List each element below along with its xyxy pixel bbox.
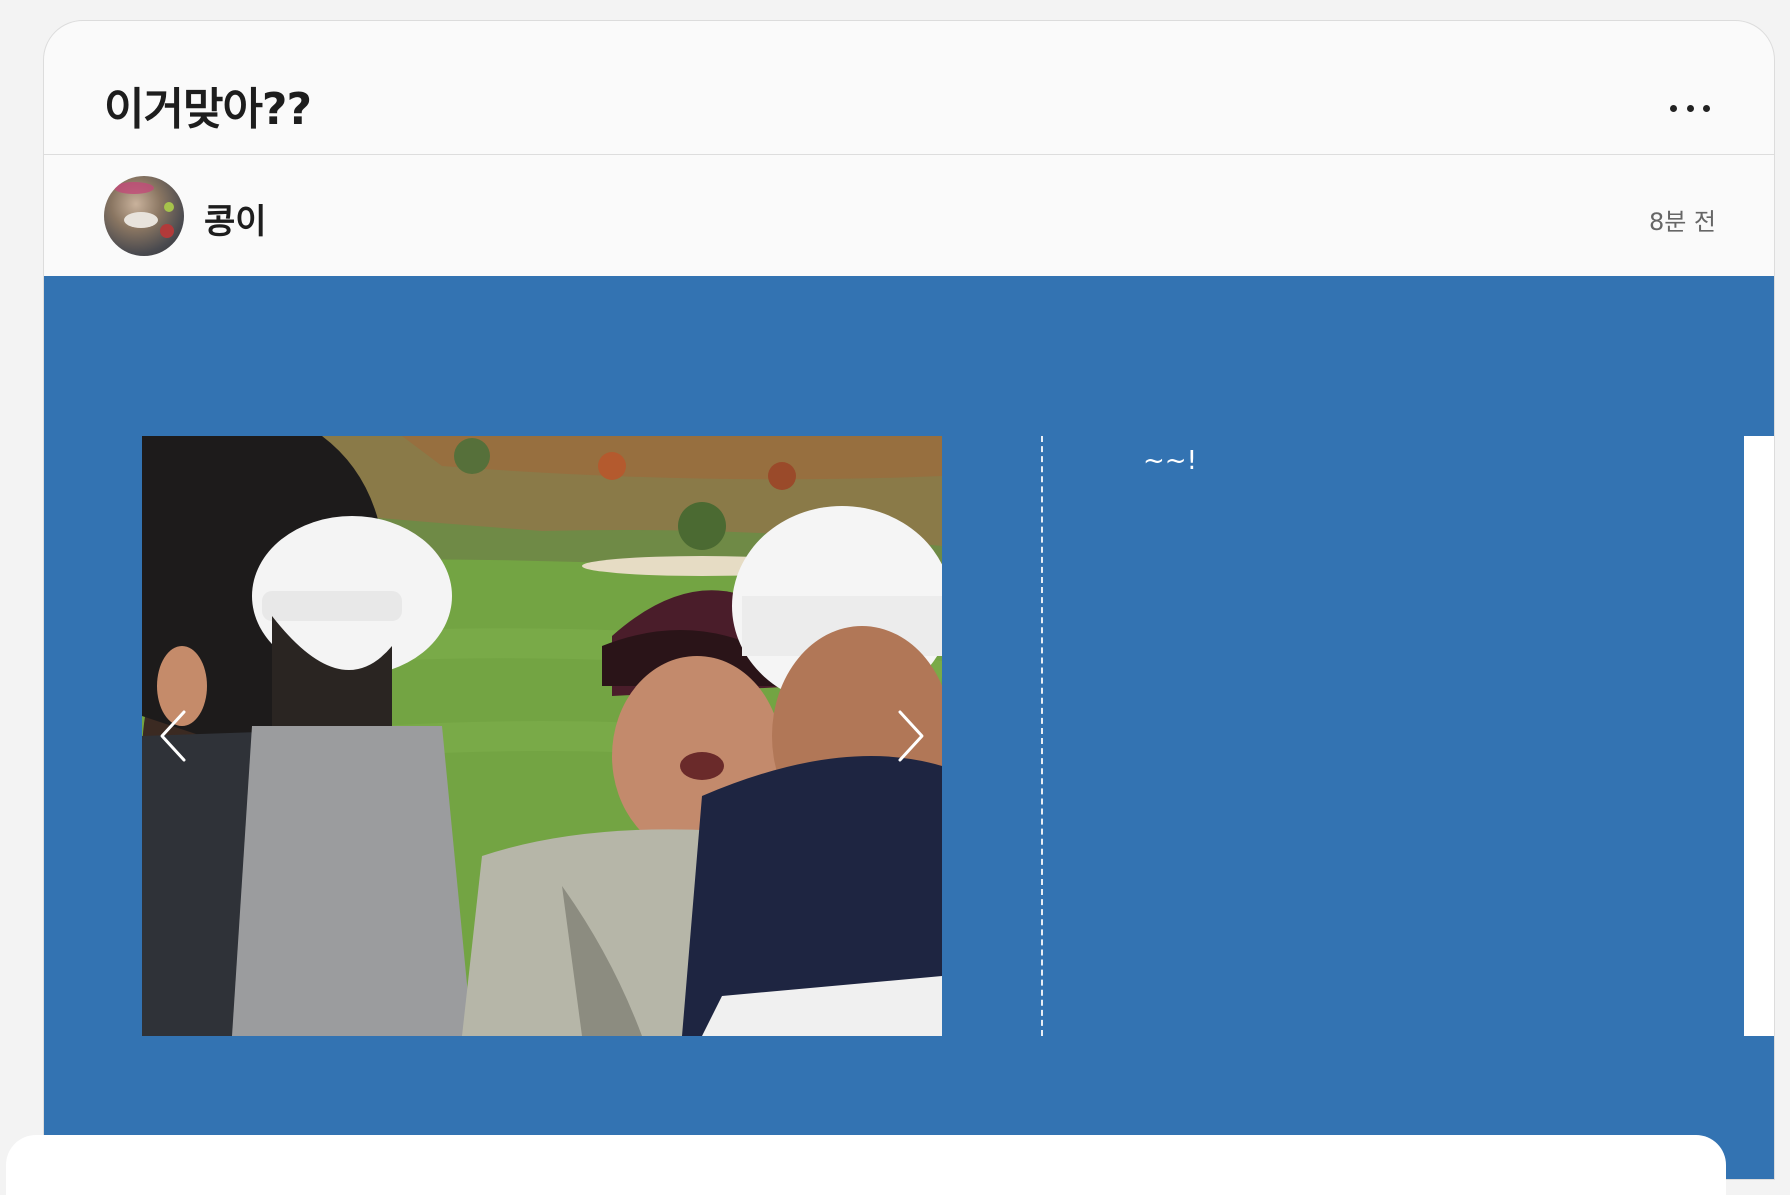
next-slide-peek: [1744, 436, 1774, 1036]
bottom-panel: [6, 1135, 1726, 1195]
avatar[interactable]: [104, 176, 184, 256]
more-horizontal-icon: [1670, 104, 1677, 112]
author-bar: 콩이 8분 전: [44, 156, 1774, 276]
carousel-next-button[interactable]: [890, 706, 930, 766]
author-name[interactable]: 콩이: [204, 194, 267, 243]
post-content: ~~!: [44, 276, 1774, 1179]
carousel-prev-button[interactable]: [154, 706, 194, 766]
post-timestamp: 8분 전: [1648, 208, 1716, 236]
chevron-right-icon: [898, 710, 924, 762]
more-dot: [1686, 104, 1694, 112]
post-card: 이거맞아?? 콩이 8분 전 ~~!: [43, 20, 1775, 1180]
post-header: 이거맞아??: [44, 21, 1774, 155]
carousel-image[interactable]: [142, 436, 942, 1036]
post-caption: ~~!: [1143, 446, 1197, 476]
post-title: 이거맞아??: [104, 84, 312, 135]
more-dot: [1703, 104, 1710, 112]
more-options-button[interactable]: [1670, 99, 1710, 117]
content-divider: [1041, 436, 1043, 1036]
chevron-left-icon: [160, 710, 186, 762]
